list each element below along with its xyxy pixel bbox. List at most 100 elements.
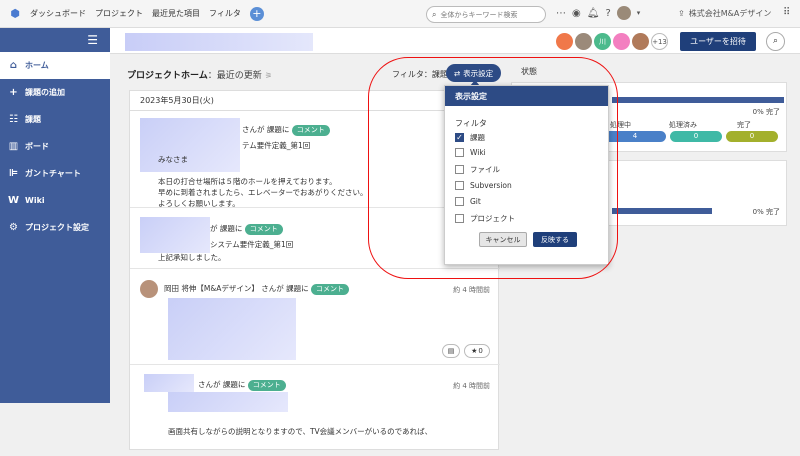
more-icon[interactable]: ⋯ bbox=[556, 8, 566, 19]
plus-icon: + bbox=[9, 87, 18, 98]
star-count: 0 bbox=[478, 347, 483, 355]
comment-line: 画面共有しながらの説明となりますので、TV会議メンバーがいるのであれば、 bbox=[168, 427, 433, 436]
sidebar-item-label: ボード bbox=[25, 142, 49, 151]
redacted-issue bbox=[168, 392, 288, 412]
avatar[interactable] bbox=[575, 33, 592, 50]
rss-icon[interactable]: ⚞ bbox=[265, 71, 272, 80]
sidebar-item-issues[interactable]: ☷ 課題 bbox=[0, 106, 110, 133]
status-count-pill[interactable]: 0 bbox=[670, 131, 722, 142]
gantt-icon: ⊫ bbox=[8, 168, 19, 179]
comment-icon[interactable]: ▤ bbox=[442, 344, 460, 358]
issue-link[interactable]: テム要件定義_第1回 bbox=[242, 140, 310, 151]
filter-option-label: Wiki bbox=[470, 148, 486, 157]
filter-option-issues[interactable]: ✓ 課題 bbox=[455, 132, 485, 143]
checkbox-icon[interactable] bbox=[455, 214, 464, 223]
add-plus-icon[interactable]: + bbox=[249, 6, 264, 21]
feed-item-header: が 課題に コメント bbox=[210, 223, 283, 235]
comment-line: みなさま bbox=[158, 155, 188, 164]
status-label: 処理済み bbox=[669, 121, 697, 129]
nav-dashboard[interactable]: ダッシュボード bbox=[30, 8, 86, 19]
checkbox-icon[interactable] bbox=[455, 148, 464, 157]
chevron-down-icon[interactable]: ▾ bbox=[637, 9, 641, 17]
app-logo-icon[interactable]: ⬢ bbox=[8, 7, 22, 21]
checkbox-checked-icon[interactable]: ✓ bbox=[455, 133, 464, 142]
avatar[interactable]: 川 bbox=[594, 33, 611, 50]
project-search-icon[interactable]: ⌕ bbox=[766, 32, 785, 51]
avatar[interactable] bbox=[632, 33, 649, 50]
cancel-button[interactable]: キャンセル bbox=[479, 232, 527, 247]
project-name-redacted bbox=[125, 33, 313, 51]
issue-link[interactable]: システム要件定義_第1回 bbox=[210, 239, 293, 250]
bell-icon[interactable]: 🔔︎ bbox=[587, 8, 600, 19]
invite-user-button[interactable]: ユーザーを招待 bbox=[680, 32, 756, 51]
star-button[interactable]: ★ 0 bbox=[464, 344, 490, 358]
company-switcher[interactable]: ⇪ 株式会社M&Aデザイン bbox=[678, 8, 771, 19]
status-count-pill[interactable]: 0 bbox=[726, 131, 778, 142]
avatar[interactable] bbox=[556, 33, 573, 50]
filter-option-files[interactable]: ファイル bbox=[455, 164, 500, 175]
sidebar-item-home[interactable]: ⌂ ホーム bbox=[0, 52, 110, 79]
checkbox-icon[interactable] bbox=[455, 181, 464, 190]
wiki-icon: W bbox=[8, 195, 20, 206]
comment-badge: コメント bbox=[291, 125, 330, 136]
feed-date-header: 2023年5月30日(火) bbox=[130, 91, 498, 111]
project-header: 川 +13 ユーザーを招待 ⌕ bbox=[110, 28, 800, 54]
filter-option-subversion[interactable]: Subversion bbox=[455, 181, 512, 190]
popup-title: 表示設定 bbox=[445, 86, 608, 106]
company-name: 株式会社M&Aデザイン bbox=[688, 9, 772, 18]
checkbox-icon[interactable] bbox=[455, 165, 464, 174]
redacted-user bbox=[140, 217, 210, 253]
nav-recent[interactable]: 最近見た項目 bbox=[152, 8, 200, 19]
status-count-pill[interactable]: 4 bbox=[604, 131, 666, 142]
hamburger-menu-icon[interactable]: ☰ bbox=[0, 28, 110, 52]
status-heading: 状態 bbox=[521, 67, 537, 76]
user-avatar[interactable] bbox=[616, 6, 631, 20]
help-icon[interactable]: ? bbox=[605, 8, 610, 19]
feed-item: さんが 課題に コメント 約 4 時間前 画面共有しながらの説明となりますので、… bbox=[130, 366, 500, 456]
sidebar-item-add-issue[interactable]: + 課題の追加 bbox=[0, 79, 110, 106]
feed-item-header: さんが 課題に コメント bbox=[242, 124, 330, 136]
comment-badge: コメント bbox=[247, 380, 286, 391]
list-icon: ☷ bbox=[9, 114, 18, 125]
sidebar-item-wiki[interactable]: W Wiki bbox=[0, 187, 110, 214]
comment-badge: コメント bbox=[244, 224, 283, 235]
nav-projects[interactable]: プロジェクト bbox=[95, 8, 143, 19]
more-members-count[interactable]: +13 bbox=[651, 33, 668, 50]
apply-button[interactable]: 反映する bbox=[533, 232, 577, 247]
filter-option-git[interactable]: Git bbox=[455, 197, 481, 206]
upload-icon: ⇪ bbox=[678, 9, 685, 18]
feed-item-action: が 課題に bbox=[210, 224, 243, 233]
home-icon: ⌂ bbox=[9, 60, 18, 71]
avatar[interactable] bbox=[140, 280, 158, 298]
comment-badge: コメント bbox=[311, 284, 350, 295]
comment-line: 早めに到着されましたら、エレベーターでおあがりください。 bbox=[158, 188, 368, 197]
global-search-input[interactable]: ⌕ 全体からキーワード検索 bbox=[426, 6, 546, 23]
sidebar-item-board[interactable]: ▥ ボード bbox=[0, 133, 110, 160]
feed-item-header: 岡田 将伸【M&Aデザイン】 さんが 課題に コメント bbox=[164, 283, 350, 295]
member-avatars: 川 +13 bbox=[556, 33, 668, 50]
page-title-text: プロジェクトホーム bbox=[127, 71, 208, 81]
feed-item-user[interactable]: 岡田 将伸【M&Aデザイン】 bbox=[164, 284, 259, 293]
gear-icon: ⚙ bbox=[9, 222, 18, 233]
watch-eye-icon[interactable]: ◉ bbox=[572, 8, 581, 19]
feed-item-time: 約 4 時間前 bbox=[453, 286, 490, 294]
sidebar-item-gantt[interactable]: ⊫ ガントチャート bbox=[0, 160, 110, 187]
search-placeholder: 全体からキーワード検索 bbox=[440, 10, 518, 19]
nav-filter[interactable]: フィルタ bbox=[209, 8, 241, 19]
avatar[interactable] bbox=[613, 33, 630, 50]
filter-option-wiki[interactable]: Wiki bbox=[455, 148, 486, 157]
filter-label: フィルタ：課題 bbox=[392, 70, 448, 79]
display-settings-label: 表示設定 bbox=[463, 68, 494, 78]
filter-option-label: Subversion bbox=[470, 181, 512, 190]
filter-option-label: プロジェクト bbox=[470, 214, 515, 223]
comment-line: よろしくお願いします。 bbox=[158, 199, 240, 208]
redacted-content bbox=[168, 298, 296, 360]
sidebar-item-label: 課題の追加 bbox=[25, 88, 65, 97]
sidebar-item-project-settings[interactable]: ⚙ プロジェクト設定 bbox=[0, 214, 110, 241]
progress-bar bbox=[612, 208, 712, 214]
checkbox-icon[interactable] bbox=[455, 197, 464, 206]
apps-grid-icon[interactable]: ⠿ bbox=[783, 7, 790, 18]
feed-item-action: さんが 課題に bbox=[242, 125, 290, 134]
top-bar: ⬢ ダッシュボード プロジェクト 最近見た項目 フィルタ + ⌕ 全体からキーワ… bbox=[0, 0, 800, 28]
filter-option-project[interactable]: プロジェクト bbox=[455, 213, 515, 224]
